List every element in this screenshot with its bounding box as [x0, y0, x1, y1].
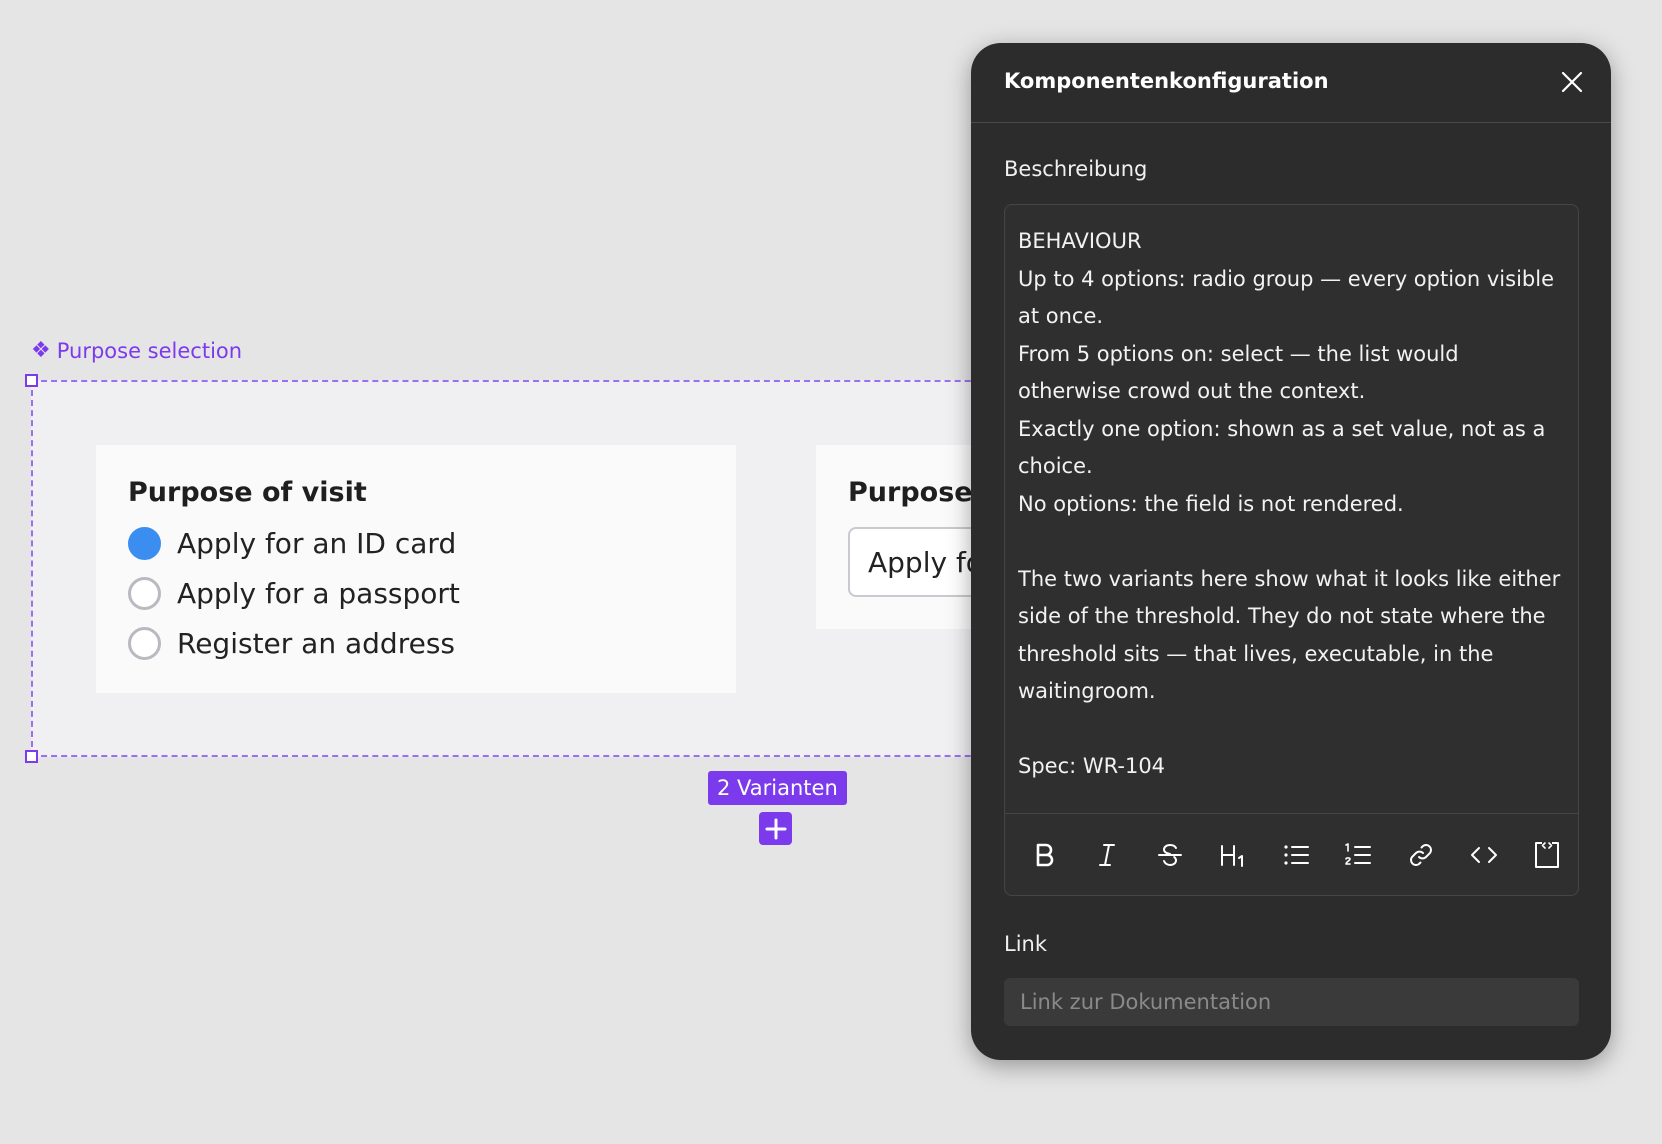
radio-option-label: Apply for a passport [177, 577, 460, 610]
panel-header: Komponentenkonfiguration [971, 43, 1611, 123]
bullet-list-icon [1283, 844, 1309, 865]
code-button[interactable] [1452, 830, 1515, 880]
description-label: Beschreibung [1004, 157, 1148, 181]
component-label[interactable]: ❖ Purpose selection [31, 339, 242, 363]
description-editor[interactable]: BEHAVIOUR Up to 4 options: radio group —… [1004, 204, 1579, 896]
radio-button[interactable] [128, 627, 161, 660]
code-block-icon [1534, 841, 1559, 868]
plus-icon [765, 818, 786, 839]
add-variant-button[interactable] [759, 812, 792, 845]
radio-option[interactable]: Register an address [128, 627, 455, 660]
radio-button-checked[interactable] [128, 527, 161, 560]
code-icon [1470, 846, 1497, 863]
numbered-list-icon [1345, 842, 1372, 865]
resize-handle-top-left[interactable] [25, 374, 38, 387]
formatting-toolbar [1005, 813, 1578, 895]
radio-button[interactable] [128, 577, 161, 610]
italic-icon [1099, 843, 1116, 866]
radio-option-label: Register an address [177, 627, 455, 660]
component-icon: ❖ [31, 338, 51, 363]
documentation-link-input[interactable] [1004, 978, 1579, 1026]
heading-icon [1220, 844, 1243, 867]
italic-button[interactable] [1076, 830, 1139, 880]
bold-icon [1037, 843, 1054, 866]
link-icon [1410, 843, 1433, 866]
link-button[interactable] [1390, 830, 1453, 880]
resize-handle-bottom-left[interactable] [25, 750, 38, 763]
close-icon [1561, 71, 1583, 93]
link-label: Link [1004, 932, 1048, 956]
heading-button[interactable] [1201, 830, 1264, 880]
description-text[interactable]: BEHAVIOUR Up to 4 options: radio group —… [1018, 223, 1566, 783]
strikethrough-icon [1157, 843, 1182, 866]
bullet-list-button[interactable] [1264, 830, 1327, 880]
radio-option[interactable]: Apply for a passport [128, 577, 460, 610]
panel-title: Komponentenkonfiguration [1004, 69, 1329, 93]
code-block-button[interactable] [1515, 830, 1578, 880]
component-name: Purpose selection [56, 339, 243, 363]
radio-option[interactable]: Apply for an ID card [128, 527, 456, 560]
radio-option-label: Apply for an ID card [177, 527, 457, 560]
variant-radio-title: Purpose of visit [128, 477, 367, 508]
component-config-panel: Komponentenkonfiguration Beschreibung BE… [971, 43, 1611, 1060]
strikethrough-button[interactable] [1139, 830, 1202, 880]
variants-count-badge: 2 Varianten [708, 771, 847, 805]
bold-button[interactable] [1013, 830, 1076, 880]
close-button[interactable] [1557, 67, 1587, 97]
numbered-list-button[interactable] [1327, 830, 1390, 880]
